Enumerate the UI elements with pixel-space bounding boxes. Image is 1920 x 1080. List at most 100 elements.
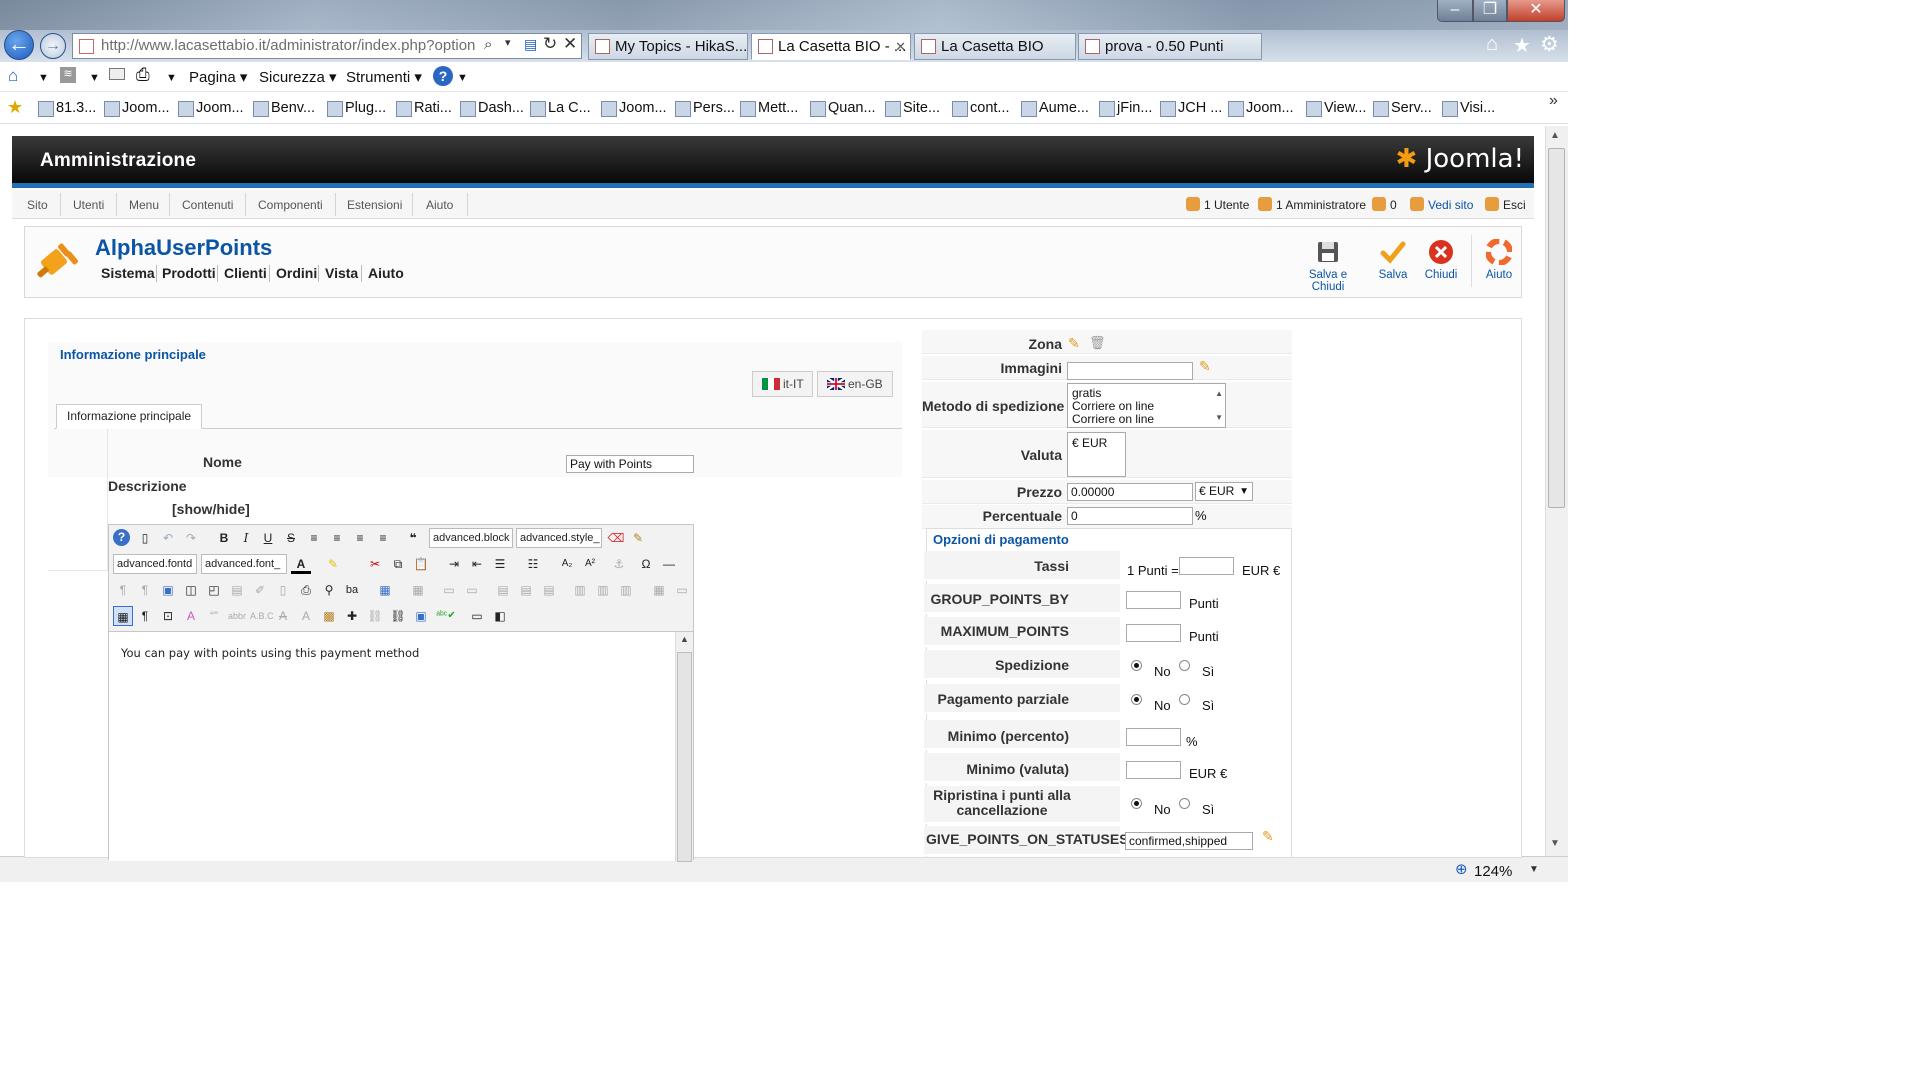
show-blocks-icon[interactable]: ¶ xyxy=(135,606,155,626)
give-points-statuses-input[interactable]: confirmed,shipped xyxy=(1125,832,1253,850)
price-input[interactable]: 0.00000 xyxy=(1067,483,1193,501)
acronym-icon[interactable]: A.B.C xyxy=(250,606,274,626)
insert-row-before-icon[interactable]: ▤ xyxy=(493,580,513,600)
price-currency-select[interactable]: € EUR ▼ xyxy=(1195,482,1253,501)
favorite-link[interactable]: Joom... xyxy=(178,100,244,117)
shipping-no-radio[interactable] xyxy=(1131,660,1142,671)
menu-sicurezza[interactable]: Sicurezza ▾ xyxy=(259,68,337,86)
cell-props-icon[interactable]: ▭ xyxy=(462,580,482,600)
favorites-star-icon[interactable]: ★ xyxy=(7,97,23,118)
preview-icon[interactable]: ◫ xyxy=(181,580,201,600)
shipping-option[interactable]: Corriere on line xyxy=(1072,413,1221,426)
group-points-input[interactable] xyxy=(1126,591,1181,609)
menu-utenti[interactable]: Utenti xyxy=(73,198,104,212)
template-icon[interactable]: ◰ xyxy=(204,580,224,600)
percentage-input[interactable]: 0 xyxy=(1067,507,1193,525)
favorite-link[interactable]: 81.3... xyxy=(38,100,96,117)
favorite-link[interactable]: Quan... xyxy=(810,100,876,117)
home-icon[interactable]: ⌂ xyxy=(8,66,18,86)
min-percent-input[interactable] xyxy=(1126,728,1181,746)
subscript-icon[interactable]: A₂ xyxy=(557,554,577,574)
underline-icon[interactable]: U xyxy=(258,528,278,548)
forward-button[interactable]: → xyxy=(40,33,66,59)
maximize-button[interactable]: ❐ xyxy=(1473,0,1507,22)
max-points-input[interactable] xyxy=(1126,624,1181,642)
delete-table-icon[interactable]: ▦ xyxy=(408,580,428,600)
scroll-up-icon[interactable]: ▲ xyxy=(1215,387,1223,400)
compat-icon[interactable]: ▤ xyxy=(524,36,537,53)
split-cells-icon[interactable]: ▦ xyxy=(649,580,669,600)
favorite-link[interactable]: Rati... xyxy=(396,100,452,117)
chevron-down-icon[interactable]: ▼ xyxy=(38,72,49,84)
name-input[interactable]: Pay with Points xyxy=(566,455,694,473)
favorite-link[interactable]: Plug... xyxy=(327,100,386,117)
attribs-icon[interactable]: ▯ xyxy=(273,580,293,600)
indent-icon[interactable]: ⇥ xyxy=(444,554,464,574)
edit-images-icon[interactable]: ✎ xyxy=(1199,358,1211,375)
italic-icon[interactable]: I xyxy=(236,528,256,548)
favorite-link[interactable]: jFin... xyxy=(1099,100,1152,117)
show-hide-toggle[interactable]: [show/hide] xyxy=(172,501,250,517)
special-char-icon[interactable]: Ω xyxy=(636,554,656,574)
lang-en-button[interactable]: en-GB xyxy=(817,371,893,397)
table-icon[interactable]: ▦ xyxy=(375,580,395,600)
submenu-vista[interactable]: Vista xyxy=(325,265,358,281)
home-icon[interactable]: ⌂ xyxy=(1486,33,1498,56)
status-messages[interactable]: 0 xyxy=(1372,197,1397,212)
minimize-button[interactable]: – xyxy=(1437,0,1473,22)
plugin-icon[interactable]: ✚ xyxy=(342,606,362,626)
cite-icon[interactable]: “” xyxy=(204,606,224,626)
tab-my-topics[interactable]: My Topics - HikaS... xyxy=(588,33,748,60)
shipping-listbox[interactable]: gratis Corriere on line Corriere on line… xyxy=(1067,383,1226,428)
currency-listbox[interactable]: € EUR xyxy=(1067,432,1126,477)
favorite-link[interactable]: Joom... xyxy=(1228,100,1294,117)
submenu-clienti[interactable]: Clienti xyxy=(224,265,267,281)
replace-icon[interactable]: ba xyxy=(342,580,362,600)
back-button[interactable]: ← xyxy=(4,30,34,60)
image-icon[interactable]: ▩ xyxy=(319,606,339,626)
print-icon[interactable]: ⎙ xyxy=(136,65,150,85)
restore-no-radio[interactable] xyxy=(1131,798,1142,809)
code-view-icon[interactable]: ◧ xyxy=(490,606,510,626)
partial-yes-radio[interactable] xyxy=(1179,694,1190,705)
layer-icon[interactable]: ▤ xyxy=(227,580,247,600)
highlight-icon[interactable]: ✎ xyxy=(323,554,343,574)
tab-casetta-admin[interactable]: La Casetta BIO - ... ✕ xyxy=(751,33,911,60)
merge-cells-icon[interactable]: ▭ xyxy=(672,580,692,600)
tab-prova[interactable]: prova - 0.50 Punti xyxy=(1078,33,1262,60)
rtl-icon[interactable]: ¶ xyxy=(135,580,155,600)
search-icon[interactable]: ⌕ xyxy=(484,36,492,53)
menu-componenti[interactable]: Componenti xyxy=(258,198,323,212)
blockquote-icon[interactable]: ❝ xyxy=(403,528,423,548)
text-color-icon[interactable]: A xyxy=(291,554,311,574)
edit-zone-icon[interactable]: ✎ xyxy=(1068,335,1080,352)
insert-image-icon[interactable]: ▣ xyxy=(411,606,431,626)
scroll-up-icon[interactable]: ▲ xyxy=(1550,130,1560,141)
favorite-link[interactable]: JCH ... xyxy=(1160,100,1222,117)
menu-menu[interactable]: Menu xyxy=(129,198,159,212)
view-site-link[interactable]: Vedi sito xyxy=(1410,197,1473,212)
outdent-icon[interactable]: ⇤ xyxy=(467,554,487,574)
cleanup-brush-icon[interactable]: ✎ xyxy=(628,528,648,548)
shipping-yes-radio[interactable] xyxy=(1179,660,1190,671)
favorite-link[interactable]: Site... xyxy=(885,100,940,117)
del-icon[interactable]: A xyxy=(273,606,293,626)
more-favorites-icon[interactable]: » xyxy=(1549,92,1558,110)
styleprops-icon[interactable]: A xyxy=(181,606,201,626)
close-button[interactable]: Chiudi xyxy=(1409,239,1473,281)
favorites-star-icon[interactable]: ★ xyxy=(1513,33,1531,58)
logout-link[interactable]: Esci xyxy=(1485,197,1526,212)
scroll-down-icon[interactable]: ▼ xyxy=(1215,411,1223,424)
currency-option[interactable]: € EUR xyxy=(1072,436,1107,450)
submenu-ordini[interactable]: Ordini xyxy=(276,265,317,281)
insert-col-after-icon[interactable]: ▥ xyxy=(593,580,613,600)
style-props-icon[interactable]: ✐ xyxy=(250,580,270,600)
favorite-link[interactable]: Pers... xyxy=(675,100,735,117)
favorite-link[interactable]: Mett... xyxy=(740,100,798,117)
align-center-icon[interactable]: ≡ xyxy=(327,528,347,548)
fullscreen-icon[interactable]: ▭ xyxy=(467,606,487,626)
ordered-list-icon[interactable]: ☰ xyxy=(490,554,510,574)
anchor-icon[interactable]: ⚓ xyxy=(609,554,629,574)
delete-row-icon[interactable]: ▤ xyxy=(539,580,559,600)
zoom-level[interactable]: 124% xyxy=(1474,863,1512,880)
